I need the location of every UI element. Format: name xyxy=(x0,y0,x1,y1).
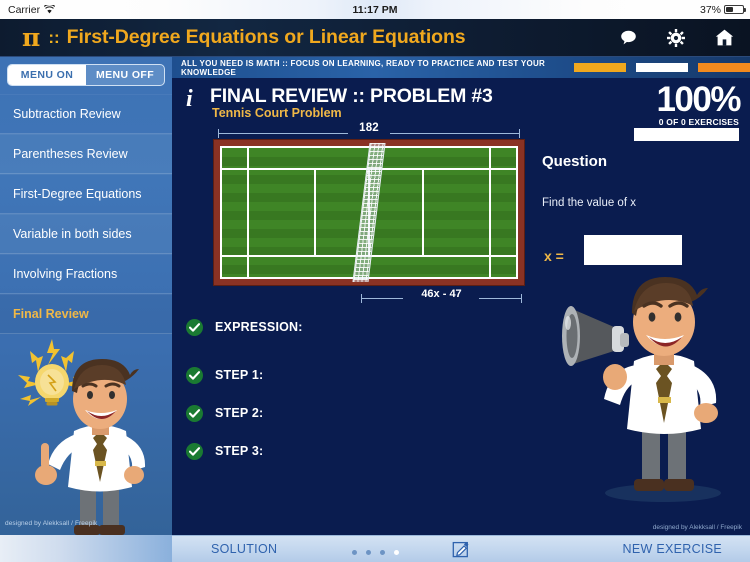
sidebar-item-variable-both-sides[interactable]: Variable in both sides xyxy=(0,214,172,254)
bottom-toolbar: SOLUTION NEW EXERCISE xyxy=(172,535,750,562)
ticker-bar-gold xyxy=(574,63,626,72)
page-title: First-Degree Equations or Linear Equatio… xyxy=(66,26,466,48)
app-title-bar: π :: First-Degree Equations or Linear Eq… xyxy=(0,19,750,57)
sidebar: MENU ON MENU OFF Subtraction Review Pare… xyxy=(0,57,172,535)
step-label: STEP 2: xyxy=(215,406,264,420)
court-line-service-right xyxy=(422,168,424,257)
check-icon xyxy=(186,404,203,422)
check-icon xyxy=(186,318,203,336)
megaphone-character-illustration xyxy=(560,83,750,533)
home-icon[interactable] xyxy=(715,29,734,46)
ticker-banner: ALL YOU NEED IS MATH :: FOCUS ON LEARNIN… xyxy=(172,57,750,78)
title-separator: :: xyxy=(48,27,60,47)
court-playing-surface xyxy=(220,143,518,282)
sidebar-item-involving-fractions[interactable]: Involving Fractions xyxy=(0,254,172,294)
ticker-bar-white xyxy=(636,63,688,72)
step-label: STEP 1: xyxy=(215,368,264,382)
problem-title: FINAL REVIEW :: PROBLEM #3 xyxy=(210,85,493,107)
sidebar-item-subtraction-review[interactable]: Subtraction Review xyxy=(0,94,172,134)
gear-icon[interactable] xyxy=(667,28,685,47)
solution-steps-list: EXPRESSION: STEP 1: STEP 2: STEP 3: xyxy=(186,318,516,480)
app-screen: Carrier 11:17 PM 37% π :: First-Degree E… xyxy=(0,0,750,562)
menu-toggle-group[interactable]: MENU ON MENU OFF xyxy=(7,64,165,86)
main-panel: ALL YOU NEED IS MATH :: FOCUS ON LEARNIN… xyxy=(172,57,750,535)
page-dot-4-active[interactable] xyxy=(393,550,399,555)
idea-character-illustration xyxy=(0,327,172,535)
sidebar-item-parentheses-review[interactable]: Parentheses Review xyxy=(0,134,172,174)
menu-off-button[interactable]: MENU OFF xyxy=(86,65,164,85)
ticker-text: ALL YOU NEED IS MATH :: FOCUS ON LEARNIN… xyxy=(181,58,546,77)
menu-on-button[interactable]: MENU ON xyxy=(8,65,86,85)
ticker-bar-orange xyxy=(698,63,750,72)
chat-icon[interactable] xyxy=(620,30,637,45)
step-label: STEP 3: xyxy=(215,444,264,458)
sidebar-credit-text: designed by Alekksall / Freepik xyxy=(5,520,98,527)
page-indicator-dots[interactable] xyxy=(0,550,750,555)
problem-subtitle: Tennis Court Problem xyxy=(212,106,342,120)
page-dot-1[interactable] xyxy=(351,550,357,555)
status-bar-time: 11:17 PM xyxy=(352,3,398,16)
step-row-expression[interactable]: EXPRESSION: xyxy=(186,318,516,336)
main-credit-text: designed by Alekksall / Freepik xyxy=(652,524,742,531)
sidebar-item-first-degree-equations[interactable]: First-Degree Equations xyxy=(0,174,172,214)
status-bar-right: 37% xyxy=(699,3,746,16)
court-net xyxy=(352,143,386,282)
battery-icon xyxy=(724,4,746,15)
ticker-bar-group xyxy=(574,63,750,72)
step-row-2[interactable]: STEP 2: xyxy=(186,404,516,422)
court-outer-surround xyxy=(214,140,524,285)
court-line-service-left xyxy=(314,168,316,257)
page-dot-3[interactable] xyxy=(379,550,385,555)
pi-logo-icon: π xyxy=(22,23,41,52)
problem-content-area: i FINAL REVIEW :: PROBLEM #3 Tennis Cour… xyxy=(172,78,750,535)
check-icon xyxy=(186,442,203,460)
ios-status-bar: Carrier 11:17 PM 37% xyxy=(0,0,750,19)
tennis-court-diagram: 182 46x - 47 xyxy=(214,122,524,307)
step-row-1[interactable]: STEP 1: xyxy=(186,366,516,384)
page-dot-2[interactable] xyxy=(365,550,371,555)
sidebar-menu-list: Subtraction Review Parentheses Review Fi… xyxy=(0,94,172,334)
step-row-3[interactable]: STEP 3: xyxy=(186,442,516,460)
info-icon[interactable]: i xyxy=(186,86,193,113)
step-label: EXPRESSION: xyxy=(215,320,303,334)
sidebar-bottom-strip xyxy=(0,535,172,562)
title-bar-icon-group xyxy=(620,28,734,47)
battery-percent-label: 37% xyxy=(699,3,721,16)
bottom-dimension-group: 46x - 47 xyxy=(359,288,524,307)
check-icon xyxy=(186,366,203,384)
